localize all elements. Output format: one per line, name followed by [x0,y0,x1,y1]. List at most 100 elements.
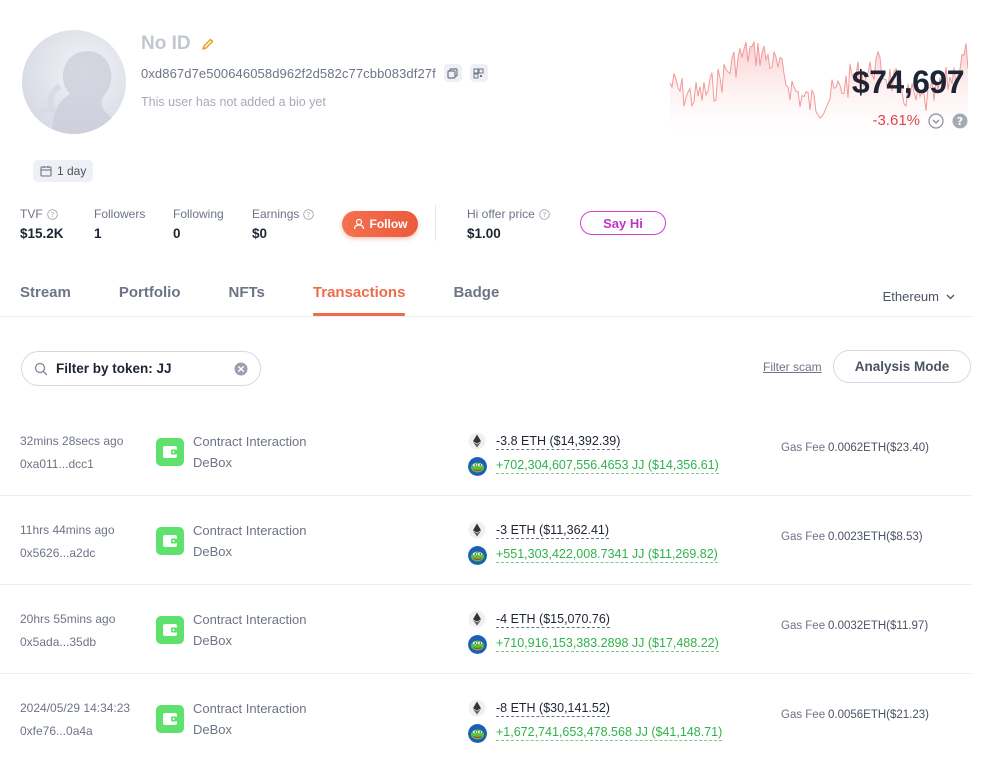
tx-app-name: DeBox [193,633,233,648]
transaction-row[interactable]: 2024/05/29 14:34:23 0xfe76...0a4a Contra… [0,674,972,763]
price-change: -3.61% [872,112,920,129]
gas-fee-value: 0.0062ETH($23.40) [828,442,930,454]
tx-type: Contract Interaction [193,434,307,449]
question-icon[interactable]: ? [952,113,968,129]
pencil-icon[interactable] [201,37,215,51]
tx-incoming-amount[interactable]: +710,916,153,383.2898 JJ ($17,488.22) [496,636,719,652]
jj-token-icon [468,457,487,476]
default-avatar-icon [22,51,126,134]
follow-label: Follow [369,217,408,231]
wallet-address: 0xd867d7e500646058d962f2d582c77cbb083df2… [141,65,436,81]
filter-scam-link[interactable]: Filter scam [763,360,822,374]
tx-time: 32mins 28secs ago [20,434,124,448]
followers-label: Followers [94,207,146,221]
tabs-divider [0,316,972,317]
tx-app-name: DeBox [193,544,233,559]
network-select[interactable]: Ethereum [883,289,956,304]
tx-incoming-amount[interactable]: +702,304,607,556.4653 JJ ($14,356.61) [496,458,719,474]
ethereum-icon [468,432,486,450]
debox-icon [156,616,184,644]
network-label: Ethereum [882,289,939,304]
analysis-mode-button[interactable]: Analysis Mode [833,350,971,383]
debox-icon [156,438,184,466]
tx-incoming-amount[interactable]: +1,672,741,653,478.568 JJ ($41,148.71) [496,725,723,741]
svg-text:?: ? [307,211,311,219]
transaction-row[interactable]: 11hrs 44mins ago 0x5626...a2dc Contract … [0,496,972,585]
question-icon[interactable]: ? [46,208,58,220]
tab-portfolio[interactable]: Portfolio [119,284,181,316]
svg-text:?: ? [957,115,963,128]
earnings-label: Earnings [252,207,300,221]
stat-followers[interactable]: Followers 1 [94,207,145,241]
chevron-down-icon[interactable] [928,112,944,129]
tx-time: 20hrs 55mins ago [20,612,116,626]
debox-icon [156,705,184,733]
jj-token-icon [468,546,487,565]
hi-offer-label: Hi offer price [467,207,535,221]
svg-text:?: ? [50,211,54,219]
token-filter-text: Filter by token: JJ [56,361,172,376]
copy-icon[interactable] [443,64,462,82]
tx-app-name: DeBox [193,722,233,737]
stat-hi-offer: Hi offer price ? $1.00 [467,207,550,241]
account-age-badge: 1 day [33,160,94,182]
token-filter-input[interactable]: Filter by token: JJ [21,351,261,386]
tx-hash[interactable]: 0x5626...a2dc [20,546,95,560]
profile-bio: This user has not added a bio yet [141,95,326,109]
chevron-down-icon [945,291,956,302]
profile-tabs: Stream Portfolio NFTs Transactions Badge [20,284,547,316]
followers-value: 1 [94,226,102,241]
tab-badge[interactable]: Badge [453,284,499,316]
svg-text:?: ? [542,211,546,219]
gas-fee-label: Gas Fee [781,709,826,721]
tx-outgoing-amount[interactable]: -3.8 ETH ($14,392.39) [496,434,621,450]
question-icon[interactable]: ? [539,208,550,220]
ethereum-icon [468,521,486,539]
say-hi-button[interactable]: Say Hi [580,211,666,235]
tab-transactions[interactable]: Transactions [312,284,405,316]
close-circle-icon[interactable] [234,362,248,376]
qr-code-icon[interactable] [469,64,488,82]
tab-nfts[interactable]: NFTs [229,284,265,316]
profile-name: No ID [141,33,191,54]
tx-type: Contract Interaction [193,612,307,627]
jj-token-icon [468,635,487,654]
price-value: $74,697 [851,64,965,100]
tx-time: 11hrs 44mins ago [20,523,115,537]
gas-fee-value: 0.0023ETH($8.53) [828,531,923,543]
transaction-row[interactable]: 32mins 28secs ago 0xa011...dcc1 Contract… [0,407,972,496]
tx-hash[interactable]: 0xa011...dcc1 [20,457,94,471]
hi-offer-value: $1.00 [467,226,501,241]
tx-hash[interactable]: 0x5ada...35db [20,635,96,649]
avatar [22,30,126,134]
debox-icon [156,527,184,555]
stat-earnings: Earnings ? $0 [252,207,315,241]
tx-incoming-amount[interactable]: +551,303,422,008.7341 JJ ($11,269.82) [496,547,718,563]
question-icon[interactable]: ? [303,208,315,220]
gas-fee-value: 0.0032ETH($11.97) [828,620,929,632]
ethereum-icon [468,699,486,717]
transaction-row[interactable]: 20hrs 55mins ago 0x5ada...35db Contract … [0,585,972,674]
tx-outgoing-amount[interactable]: -3 ETH ($11,362.41) [496,523,610,539]
following-label: Following [173,207,224,221]
search-icon [34,362,48,376]
tx-outgoing-amount[interactable]: -8 ETH ($30,141.52) [496,701,610,717]
following-value: 0 [173,226,181,241]
calendar-icon [40,165,52,177]
ethereum-icon [468,610,486,628]
tvf-label: TVF [20,207,43,221]
stat-following[interactable]: Following 0 [173,207,224,241]
tx-type: Contract Interaction [193,701,307,716]
jj-token-icon [468,724,487,743]
gas-fee-value: 0.0056ETH($21.23) [828,709,930,721]
tx-outgoing-amount[interactable]: -4 ETH ($15,070.76) [496,612,610,628]
divider [435,205,436,241]
transaction-list: 32mins 28secs ago 0xa011...dcc1 Contract… [0,407,972,763]
tx-app-name: DeBox [193,455,233,470]
tx-hash[interactable]: 0xfe76...0a4a [20,724,93,738]
account-age-text: 1 day [57,164,87,178]
follow-button[interactable]: Follow [342,211,418,237]
tab-stream[interactable]: Stream [20,284,71,316]
tx-time: 2024/05/29 14:34:23 [20,701,131,715]
tx-type: Contract Interaction [193,523,307,538]
